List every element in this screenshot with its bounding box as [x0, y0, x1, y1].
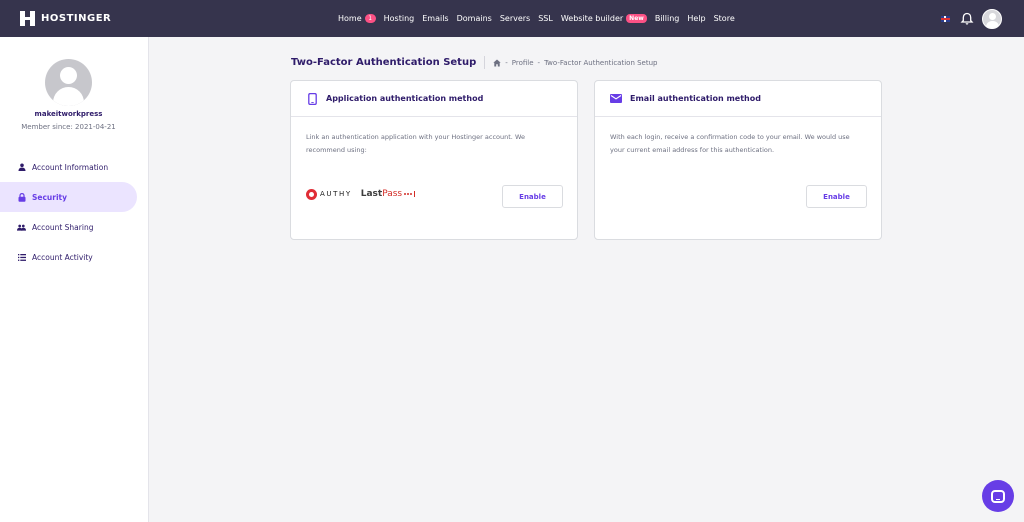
sidebar-item-security[interactable]: Security [0, 182, 137, 212]
profile-sidebar: makeitworkpress Member since: 2021-04-21… [0, 37, 149, 522]
breadcrumb: - Profile - Two-Factor Authentication Se… [493, 59, 657, 67]
uk-flag-icon[interactable] [941, 15, 950, 22]
sidebar-item-account-sharing[interactable]: Account Sharing [0, 212, 137, 242]
username: makeitworkpress [34, 110, 103, 118]
sidebar-item-label: Account Information [32, 162, 109, 172]
card-description: Link an authentication application with … [306, 133, 525, 154]
sidebar-item-label: Security [32, 192, 68, 202]
authenticator-logos: AUTHY Last Pass [306, 188, 416, 200]
page-header: Two-Factor Authentication Setup - Profil… [291, 56, 657, 69]
chat-icon [991, 489, 1005, 503]
home-icon[interactable] [493, 59, 501, 67]
nav-item-label: Domains [456, 14, 492, 23]
top-right-controls [941, 0, 1002, 37]
card-title: Application authentication method [326, 94, 484, 103]
authy-mark-icon [306, 188, 317, 200]
page-title: Two-Factor Authentication Setup [291, 57, 477, 68]
lastpass-wordmark-last: Last [360, 189, 383, 199]
card-header: Application authentication method [291, 81, 577, 117]
hostinger-logo-icon [20, 11, 35, 26]
nav-item-label: Emails [422, 14, 449, 23]
card-description: With each login, receive a confirmation … [610, 133, 850, 154]
person-icon [17, 163, 26, 172]
nav-item-website-builder[interactable]: Website builder New [561, 14, 647, 23]
live-chat-button[interactable] [982, 480, 1014, 512]
main-nav: Home 1 Hosting Emails Domains Servers SS… [338, 0, 743, 37]
header-divider [484, 56, 486, 69]
member-since: Member since: 2021-04-21 [21, 123, 116, 131]
brand-logo-link[interactable]: HOSTINGER [20, 11, 111, 26]
sidebar-nav: Account Information Security Account Sha… [0, 152, 137, 272]
new-badge: New [626, 14, 647, 23]
card-title: Email authentication method [630, 94, 761, 103]
list-icon [17, 253, 26, 262]
sidebar-item-account-information[interactable]: Account Information [0, 152, 137, 182]
enable-app-auth-button[interactable]: Enable [502, 185, 563, 208]
breadcrumb-profile-link[interactable]: Profile [512, 59, 534, 67]
bell-icon[interactable] [960, 12, 974, 26]
nav-item-label: Store [713, 14, 735, 23]
nav-item-label: Billing [654, 14, 680, 23]
enable-email-auth-button[interactable]: Enable [806, 185, 867, 208]
mail-icon [610, 93, 622, 105]
app-auth-card: Application authentication method Link a… [290, 80, 578, 240]
breadcrumb-separator: - [505, 58, 508, 67]
nav-item-hosting[interactable]: Hosting [384, 14, 415, 23]
nav-item-label: Hosting [383, 14, 415, 23]
phone-icon [306, 92, 318, 105]
brand-name: HOSTINGER [41, 13, 112, 24]
nav-item-label: Home [338, 14, 362, 23]
lastpass-dots-icon [404, 191, 416, 197]
notification-count-badge: 1 [364, 14, 376, 23]
nav-item-label: Servers [499, 14, 531, 23]
nav-item-home[interactable]: Home 1 [338, 14, 376, 23]
nav-item-billing[interactable]: Billing [655, 14, 680, 23]
nav-item-servers[interactable]: Servers [500, 14, 530, 23]
user-avatar-button[interactable] [982, 8, 1002, 29]
sidebar-item-label: Account Activity [32, 252, 93, 262]
breadcrumb-current: Two-Factor Authentication Setup [544, 58, 658, 67]
nav-item-ssl[interactable]: SSL [538, 14, 553, 23]
top-navigation-bar: HOSTINGER Home 1 Hosting Emails Domains … [0, 0, 1024, 37]
nav-item-label: Website builder [560, 14, 624, 23]
nav-item-emails[interactable]: Emails [422, 14, 448, 23]
nav-item-label: Help [687, 14, 706, 23]
card-header: Email authentication method [595, 81, 881, 117]
lock-icon [17, 192, 26, 202]
nav-item-domains[interactable]: Domains [457, 14, 492, 23]
lastpass-logo: Last Pass [360, 189, 416, 199]
lastpass-wordmark-pass: Pass [382, 189, 403, 199]
sidebar-item-account-activity[interactable]: Account Activity [0, 242, 137, 272]
nav-item-label: SSL [538, 14, 553, 23]
nav-item-help[interactable]: Help [687, 14, 705, 23]
authy-wordmark: AUTHY [320, 190, 352, 198]
profile-avatar [45, 59, 92, 106]
nav-item-store[interactable]: Store [714, 14, 735, 23]
authy-logo: AUTHY [306, 188, 352, 200]
sidebar-item-label: Account Sharing [32, 222, 94, 232]
breadcrumb-separator: - [537, 58, 541, 67]
email-auth-card: Email authentication method With each lo… [594, 80, 882, 240]
group-icon [17, 223, 26, 232]
